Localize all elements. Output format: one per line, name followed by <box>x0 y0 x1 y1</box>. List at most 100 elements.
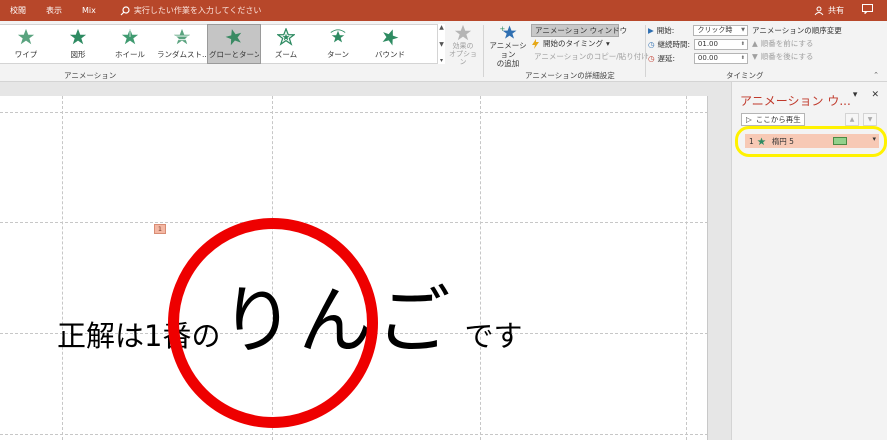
tab-mix[interactable]: Mix <box>72 6 106 15</box>
animation-wipe[interactable]: ワイプ <box>0 25 52 63</box>
animation-painter-label: アニメーションのコピー/貼り付け <box>534 52 649 61</box>
group-label-timing: タイミング <box>726 71 764 80</box>
reorder-group: アニメーションの順序変更 ▲ 順番を前にする ▼ 順番を後にする <box>752 24 862 63</box>
animation-painter-button[interactable]: アニメーションのコピー/貼り付け <box>531 50 649 63</box>
trigger-button[interactable]: 開始のタイミング ▾ <box>531 37 641 50</box>
move-down-icon[interactable]: ▼ <box>863 113 877 126</box>
animation-label: ランダムスト... <box>157 50 207 59</box>
animation-label: ワイプ <box>14 50 38 59</box>
delay-label: 遅延: <box>657 53 676 63</box>
spin-icon[interactable]: ⬍ <box>741 41 747 47</box>
animation-wheel[interactable]: ホイール <box>104 25 156 63</box>
reorder-title: アニメーションの順序変更 <box>752 26 842 35</box>
animation-bounce[interactable]: バウンド <box>364 25 416 63</box>
animation-label: ズーム <box>274 50 298 59</box>
move-earlier-label: 順番を前にする <box>760 39 814 48</box>
title-bar: 校閲 表示 Mix 実行したい作業を入力してください 共有 <box>0 0 887 21</box>
animation-pane-title: アニメーション ウ... <box>740 94 851 108</box>
svg-text:+: + <box>500 25 506 33</box>
search-icon <box>120 5 130 15</box>
gridline <box>0 434 707 435</box>
effect-options-star-icon <box>454 24 472 41</box>
arrow-up-icon: ▲ <box>752 39 758 48</box>
start-select[interactable]: クリック時 ▼ <box>693 24 748 36</box>
red-ellipse-shape[interactable] <box>168 218 378 428</box>
clock-icon: ◷ <box>648 39 655 49</box>
animation-pane-label: アニメーション ウィンドウ <box>535 26 628 35</box>
gallery-more-icon[interactable]: ▾ <box>440 57 443 64</box>
zoom-star-icon <box>277 28 295 46</box>
animation-shape[interactable]: 図形 <box>52 25 104 63</box>
move-later-label: 順番を後にする <box>760 52 814 61</box>
slide-canvas[interactable]: 1 正解は1番の りんご です <box>0 96 708 440</box>
chevron-down-icon[interactable]: ▾ <box>872 135 876 143</box>
move-up-icon[interactable]: ▲ <box>845 113 859 126</box>
bounce-star-icon <box>382 29 399 46</box>
duration-stepper[interactable]: 01.00 ⬍ <box>693 38 748 50</box>
move-later-button[interactable]: ▼ 順番を後にする <box>752 50 862 63</box>
tell-me-text: 実行したい作業を入力してください <box>133 6 262 15</box>
gridline <box>686 96 687 440</box>
animation-gallery: ワイプ 図形 ホイール ランダムスト... グローとターン ズーム ターン バウ… <box>0 24 445 64</box>
trigger-label: 開始のタイミング <box>543 39 603 48</box>
comments-icon[interactable] <box>862 4 873 17</box>
gallery-scrollbar[interactable]: ▲ ▼ ▾ <box>437 24 445 64</box>
delay-clock-icon: ◷ <box>648 53 655 63</box>
animation-order-tag[interactable]: 1 <box>154 224 166 234</box>
play-icon: ▷ <box>746 115 752 124</box>
animation-random-bars[interactable]: ランダムスト... <box>156 25 208 63</box>
play-from-button[interactable]: ▷ ここから再生 <box>741 113 805 126</box>
slide-workspace: 1 正解は1番の りんご です <box>0 82 731 440</box>
animation-swivel[interactable]: ターン <box>312 25 364 63</box>
close-icon[interactable]: ✕ <box>871 90 879 100</box>
animation-pane: アニメーション ウ... ▾ ✕ ▷ ここから再生 ▲ ▼ 1 楕円 5 ▾ <box>731 82 887 440</box>
slide-text-after: です <box>464 319 523 353</box>
chevron-down-icon: ▼ <box>741 27 745 33</box>
lightning-icon <box>532 38 539 49</box>
add-animation-button[interactable]: + アニメーション の追加 <box>486 24 530 68</box>
gridline <box>0 112 707 113</box>
effect-options-label: 効果の オプション <box>449 42 477 66</box>
arrow-down-icon: ▼ <box>752 52 758 61</box>
share-button[interactable]: 共有 <box>814 5 844 16</box>
grow-turn-star-icon <box>225 29 242 46</box>
scroll-up-icon[interactable]: ▲ <box>439 24 444 31</box>
wheel-star-icon <box>121 28 139 45</box>
scroll-down-icon[interactable]: ▼ <box>439 41 444 48</box>
ribbon: ワイプ 図形 ホイール ランダムスト... グローとターン ズーム ターン バウ… <box>0 21 887 82</box>
animation-label: ターン <box>326 50 350 59</box>
start-value: クリック時 <box>697 26 733 34</box>
animation-pane-button[interactable]: アニメーション ウィンドウ <box>531 24 627 37</box>
play-triangle-icon: ▶ <box>648 25 654 35</box>
animation-label: グローとターン <box>209 50 259 59</box>
spin-icon[interactable]: ⬍ <box>741 55 747 61</box>
animation-label: バウンド <box>375 50 405 59</box>
chevron-down-icon: ▾ <box>606 39 610 48</box>
advanced-animation-group: アニメーション ウィンドウ 開始のタイミング ▾ アニメーションのコピー/貼り付… <box>531 24 649 63</box>
pane-options-chevron-icon[interactable]: ▾ <box>853 90 858 100</box>
entrance-star-icon <box>757 136 766 145</box>
swivel-star-icon <box>330 29 346 43</box>
animation-list-item[interactable]: 1 楕円 5 ▾ <box>745 134 879 148</box>
tab-view[interactable]: 表示 <box>36 5 72 16</box>
start-label: 開始: <box>656 25 675 35</box>
share-label: 共有 <box>828 6 844 15</box>
effect-options-button[interactable]: 効果の オプション <box>446 24 480 66</box>
move-earlier-button[interactable]: ▲ 順番を前にする <box>752 37 862 50</box>
group-label-advanced: アニメーションの詳細設定 <box>525 71 615 80</box>
tell-me-box[interactable]: 実行したい作業を入力してください <box>106 5 262 16</box>
animation-grow-turn[interactable]: グローとターン <box>207 24 261 64</box>
gridline <box>0 222 707 223</box>
timeline-bar[interactable] <box>833 137 847 145</box>
delay-stepper[interactable]: 00.00 ⬍ <box>693 52 748 64</box>
animation-zoom[interactable]: ズーム <box>260 25 312 63</box>
ribbon-separator <box>645 25 646 77</box>
tab-review[interactable]: 校閲 <box>0 5 36 16</box>
item-name: 楕円 5 <box>771 136 794 146</box>
random-bars-star-icon <box>173 28 191 45</box>
collapse-ribbon-icon[interactable]: ⌃ <box>873 71 879 79</box>
delay-value: 00.00 <box>697 54 718 62</box>
person-icon <box>814 6 824 15</box>
group-label-animation: アニメーション <box>64 71 117 80</box>
animation-label: ホイール <box>115 50 145 59</box>
